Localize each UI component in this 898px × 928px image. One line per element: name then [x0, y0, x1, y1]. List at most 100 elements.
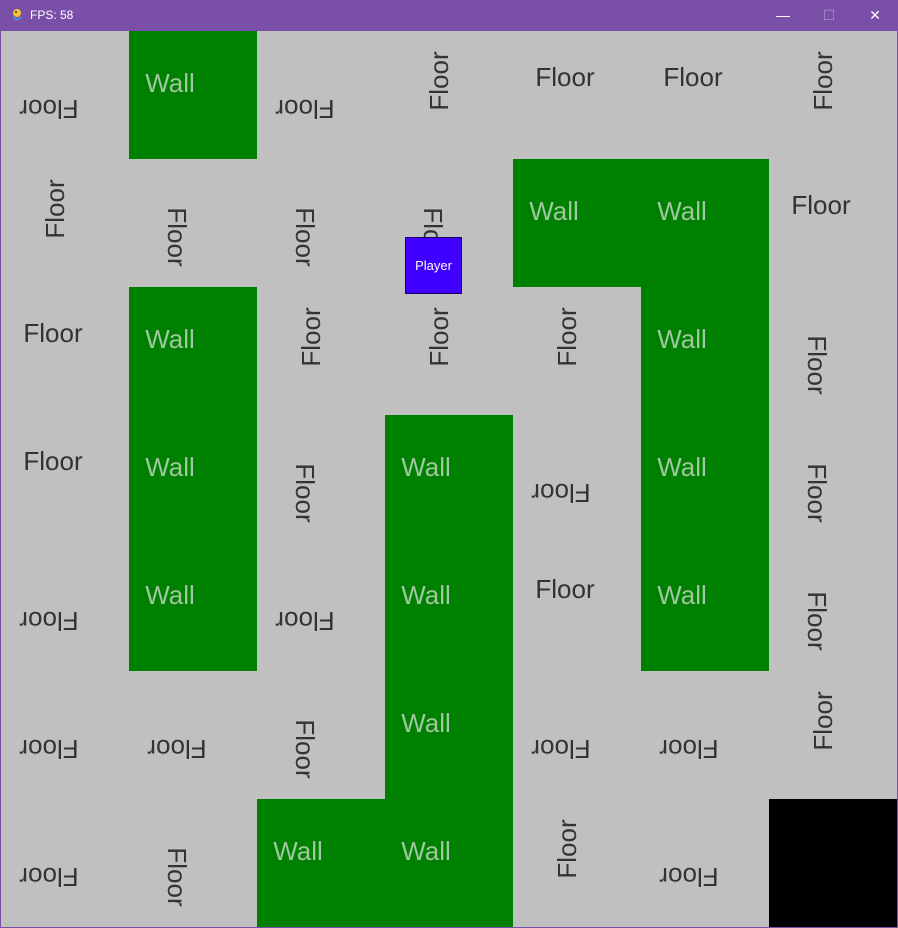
floor-tile: Floor [129, 799, 257, 927]
wall-tile: Wall [129, 415, 257, 543]
wall-tile: Wall [129, 287, 257, 415]
floor-tile: Floor [513, 671, 641, 799]
floor-label: Floor [802, 335, 832, 395]
floor-label: Floor [19, 862, 79, 892]
floor-label: Floor [802, 463, 832, 523]
wall-label: Wall [657, 452, 707, 482]
wall-tile: Wall [385, 543, 513, 671]
floor-label: Floor [19, 94, 79, 124]
wall-tile: Wall [129, 31, 257, 159]
floor-label: Floor [275, 606, 335, 636]
floor-label: Floor [531, 478, 591, 508]
floor-tile: Floor [769, 415, 897, 543]
wall-label: Wall [145, 452, 195, 482]
floor-tile: Floor [513, 799, 641, 927]
wall-label: Wall [145, 580, 195, 610]
wall-label: Wall [145, 68, 195, 98]
player-sprite: Player [405, 237, 462, 294]
floor-label: Floor [290, 463, 320, 523]
floor-tile: Floor [257, 159, 385, 287]
floor-tile: Floor [129, 671, 257, 799]
floor-label: Floor [40, 179, 70, 239]
floor-label: Floor [19, 606, 79, 636]
empty-tile [769, 799, 897, 927]
floor-label: Floor [552, 819, 582, 879]
close-button[interactable]: ✕ [852, 0, 898, 30]
floor-label: Floor [802, 591, 832, 651]
wall-label: Wall [273, 836, 323, 866]
floor-tile: Floor [129, 159, 257, 287]
floor-tile: Floor [513, 287, 641, 415]
floor-label: Floor [296, 307, 326, 367]
floor-tile: Floor [513, 415, 641, 543]
game-canvas[interactable]: Floor Wall Floor Floor Floor Floor Floor Floor F… [1, 31, 897, 927]
wall-tile: Wall [385, 799, 513, 927]
floor-tile: Floor [1, 287, 129, 415]
floor-tile: Floor [1, 671, 129, 799]
floor-label: Floor [147, 734, 207, 764]
floor-label: Floor [290, 207, 320, 267]
floor-tile: Floor [769, 159, 897, 287]
floor-tile: Floor [385, 287, 513, 415]
floor-tile: Floor [1, 543, 129, 671]
wall-tile: Wall [641, 543, 769, 671]
wall-label: Wall [401, 580, 451, 610]
maximize-button[interactable]: ☐ [806, 0, 852, 30]
floor-label: Floor [19, 734, 79, 764]
minimize-button[interactable]: — [760, 0, 806, 30]
wall-tile: Wall [641, 287, 769, 415]
floor-label: Floor [791, 190, 851, 220]
wall-label: Wall [401, 708, 451, 738]
floor-tile: Floor [769, 543, 897, 671]
floor-label: Floor [808, 691, 838, 751]
wall-tile: Wall [513, 159, 641, 287]
floor-label: Floor [659, 862, 719, 892]
floor-tile: Floor [257, 543, 385, 671]
floor-tile: Floor [641, 31, 769, 159]
floor-label: Floor [659, 734, 719, 764]
wall-tile: Wall [129, 543, 257, 671]
floor-tile: Floor [257, 415, 385, 543]
floor-tile: Floor [641, 671, 769, 799]
pygame-snake-icon [12, 9, 22, 21]
wall-label: Wall [657, 580, 707, 610]
floor-tile: Floor [513, 31, 641, 159]
floor-label: Floor [275, 94, 335, 124]
floor-tile: Floor [1, 415, 129, 543]
wall-tile: Wall [641, 415, 769, 543]
floor-label: Floor [290, 719, 320, 779]
floor-tile: Floor [1, 31, 129, 159]
floor-label: Floor [162, 847, 192, 907]
floor-tile: Floor [769, 287, 897, 415]
floor-tile: Floor [513, 543, 641, 671]
floor-label: Floor [535, 62, 595, 92]
wall-tile: Wall [257, 799, 385, 927]
floor-label: Floor [531, 734, 591, 764]
wall-tile: Wall [385, 415, 513, 543]
wall-label: Wall [657, 196, 707, 226]
floor-tile: Floor [641, 799, 769, 927]
floor-label: Floor [552, 307, 582, 367]
floor-tile: Floor [257, 31, 385, 159]
floor-label: Floor [663, 62, 723, 92]
title-bar[interactable]: FPS: 58 — ☐ ✕ [0, 0, 898, 30]
floor-tile: Floor [257, 671, 385, 799]
floor-label: Floor [424, 51, 454, 111]
floor-label: Floor [808, 51, 838, 111]
floor-tile: Floor [769, 31, 897, 159]
floor-tile: Floor [1, 799, 129, 927]
window-title: FPS: 58 [30, 8, 74, 22]
wall-label: Wall [401, 836, 451, 866]
wall-label: Wall [145, 324, 195, 354]
wall-label: Wall [401, 452, 451, 482]
floor-label: Floor [162, 207, 192, 267]
wall-tile: Wall [385, 671, 513, 799]
wall-label: Wall [657, 324, 707, 354]
floor-label: Floor [23, 318, 83, 348]
floor-tile: Floor [1, 159, 129, 287]
floor-tile: Floor [769, 671, 897, 799]
floor-tile: Floor [257, 287, 385, 415]
floor-label: Floor [424, 307, 454, 367]
wall-tile: Wall [641, 159, 769, 287]
wall-label: Wall [529, 196, 579, 226]
